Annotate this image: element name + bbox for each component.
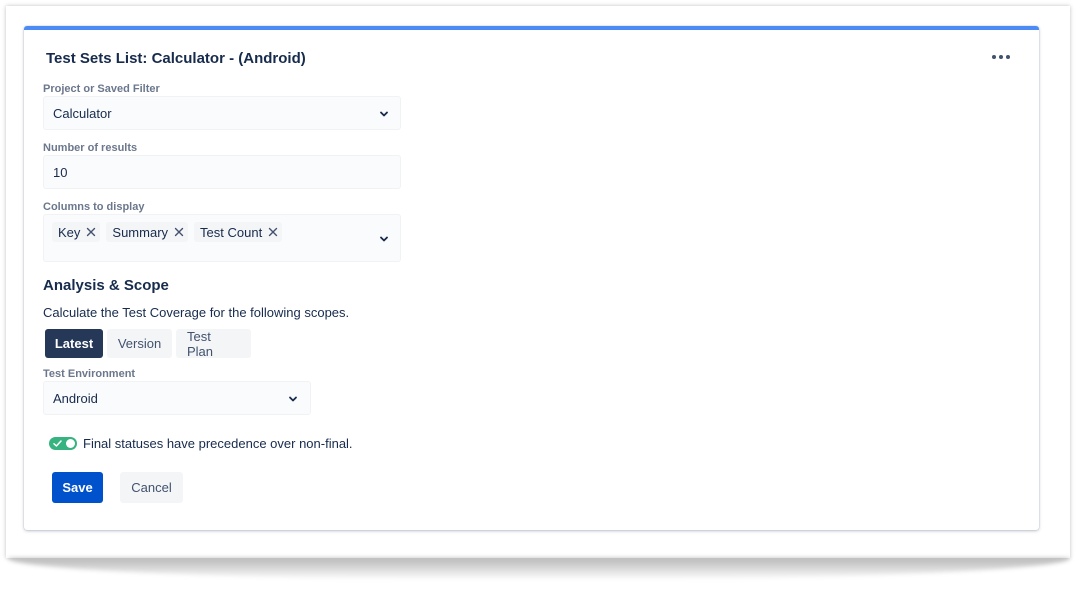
frame-shadow bbox=[8, 558, 1070, 580]
environment-value: Android bbox=[53, 391, 98, 406]
more-dot bbox=[999, 55, 1003, 59]
project-select[interactable]: Calculator bbox=[43, 96, 401, 130]
column-chip-test-count: Test Count bbox=[194, 222, 283, 242]
chevron-down-icon bbox=[289, 396, 297, 402]
more-dot bbox=[1006, 55, 1010, 59]
close-icon[interactable] bbox=[86, 227, 96, 237]
project-label: Project or Saved Filter bbox=[43, 83, 160, 95]
close-icon[interactable] bbox=[268, 227, 278, 237]
results-input[interactable]: 10 bbox=[43, 155, 401, 189]
scope-version-button[interactable]: Version bbox=[107, 329, 172, 358]
column-chips: Key Summary Test Count bbox=[52, 222, 283, 242]
save-button[interactable]: Save bbox=[52, 472, 103, 503]
environment-select[interactable]: Android bbox=[43, 381, 311, 415]
columns-label: Columns to display bbox=[43, 201, 145, 213]
chevron-down-icon bbox=[380, 236, 388, 242]
environment-label: Test Environment bbox=[43, 368, 136, 380]
scope-segmented-control: Latest Version Test Plan bbox=[45, 329, 251, 359]
chip-label: Key bbox=[58, 224, 81, 240]
scope-latest-button[interactable]: Latest bbox=[45, 329, 103, 358]
chip-label: Summary bbox=[112, 224, 169, 240]
analysis-description: Calculate the Test Coverage for the foll… bbox=[43, 305, 350, 320]
final-status-toggle[interactable] bbox=[49, 437, 77, 450]
column-chip-key: Key bbox=[52, 222, 101, 242]
gadget-card: Test Sets List: Calculator - (Android) P… bbox=[24, 26, 1039, 530]
scope-test-plan-button[interactable]: Test Plan bbox=[176, 329, 251, 359]
gadget-title: Test Sets List: Calculator - (Android) bbox=[46, 50, 306, 67]
toggle-knob bbox=[66, 439, 75, 448]
analysis-scope-heading: Analysis & Scope bbox=[43, 277, 169, 294]
close-icon[interactable] bbox=[174, 227, 184, 237]
check-icon bbox=[53, 440, 62, 447]
chip-label: Test Count bbox=[200, 224, 263, 240]
project-value: Calculator bbox=[53, 106, 112, 121]
gadget-accent-bar bbox=[24, 26, 1039, 30]
columns-multiselect[interactable]: Key Summary Test Count bbox=[43, 214, 401, 262]
cancel-button[interactable]: Cancel bbox=[120, 472, 183, 503]
more-dot bbox=[992, 55, 996, 59]
column-chip-summary: Summary bbox=[106, 222, 189, 242]
results-label: Number of results bbox=[43, 142, 138, 154]
chevron-down-icon bbox=[380, 111, 388, 117]
more-icon[interactable] bbox=[988, 48, 1014, 66]
results-value: 10 bbox=[53, 165, 68, 180]
final-status-toggle-row: Final statuses have precedence over non-… bbox=[49, 436, 353, 451]
final-status-label: Final statuses have precedence over non-… bbox=[83, 436, 353, 451]
